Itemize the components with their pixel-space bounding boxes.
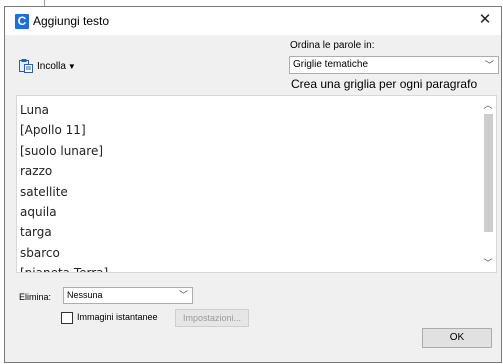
word-item: [Apollo 11] [20,123,86,138]
title-bar[interactable]: C Aggiungi testo ✕ [5,7,501,35]
remove-select-value: Nessuna [67,290,103,300]
scroll-up-icon[interactable]: ︿ [480,98,496,112]
paste-button[interactable]: Incolla ▼ [18,55,76,77]
word-item: satellite [20,184,68,199]
caret-down-icon: ▼ [67,61,76,71]
snapshots-label: Immagini istantanee [77,312,158,322]
ok-button[interactable]: OK [422,328,492,348]
scroll-down-icon[interactable]: ﹀ [480,256,496,270]
word-item: targa [20,225,52,240]
snapshots-checkbox[interactable] [61,312,73,324]
order-description: Crea una griglia per ogni paragrafo [291,77,478,91]
paste-icon [19,59,33,73]
order-label: Ordina le parole in: [290,40,375,51]
ok-label: OK [449,332,465,343]
remove-select[interactable]: Nessuna ﹀ [63,287,193,304]
word-item: [suolo lunare] [20,143,104,158]
add-text-dialog: C Aggiungi testo ✕ Incolla ▼ Ordina le p… [4,6,502,363]
word-item: aquila [20,204,57,219]
chevron-down-icon: ﹀ [484,60,494,70]
order-select[interactable]: Griglie tematiche ﹀ [289,56,499,74]
scroll-thumb[interactable] [484,114,493,232]
close-button[interactable]: ✕ [475,10,495,30]
app-icon: C [15,14,29,29]
word-item: sbarco [20,245,60,260]
order-select-value: Griglie tematiche [293,59,369,70]
word-item: [pianeta Terra] [20,263,108,272]
vertical-scrollbar[interactable]: ︿ ﹀ [480,96,496,272]
settings-button[interactable]: Impostazioni... [175,309,249,327]
word-item: razzo [20,164,53,179]
word-item: Luna [20,103,50,117]
remove-label: Elimina: [19,292,52,302]
word-text-area[interactable]: Luna [Apollo 11] [suolo lunare] razzo sa… [16,95,497,273]
paste-label: Incolla [37,60,66,72]
close-icon: ✕ [478,11,492,28]
word-list: Luna [Apollo 11] [suolo lunare] razzo sa… [20,100,108,272]
dialog-title: Aggiungi testo [33,14,110,28]
chevron-down-icon: ﹀ [178,290,188,300]
